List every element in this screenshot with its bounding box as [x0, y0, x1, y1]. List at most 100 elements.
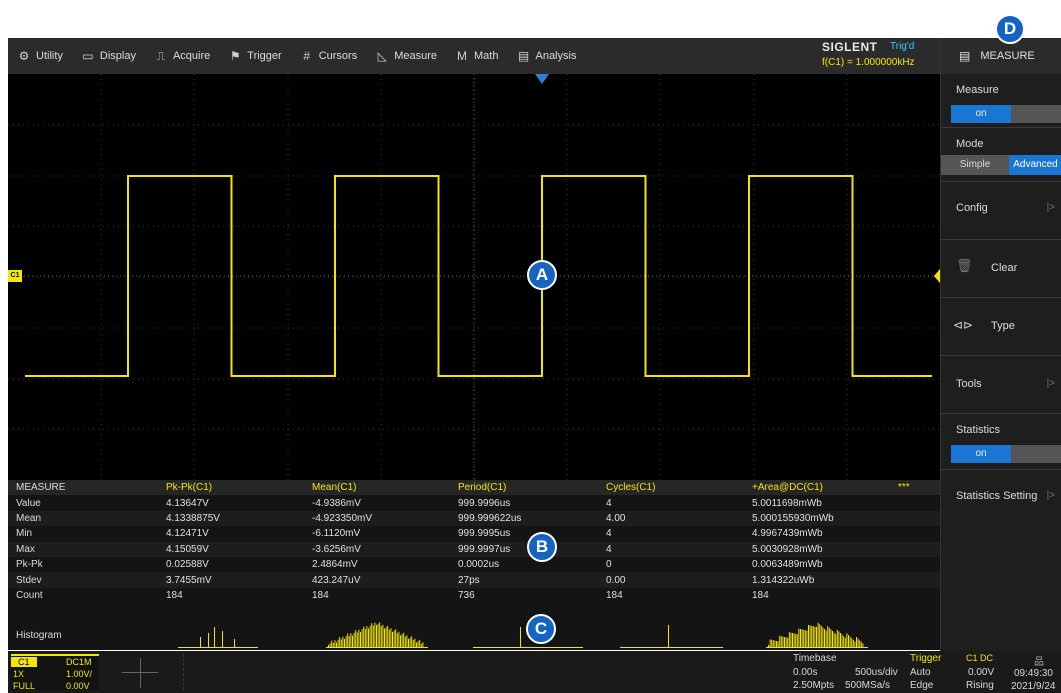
- trigger-position-marker[interactable]: [535, 74, 549, 84]
- table-row: Max 4.15059V -3.6256mV 999.9997us 4 5.0030928…: [8, 541, 940, 557]
- histogram-bar: [779, 635, 781, 647]
- clear-button[interactable]: 🗑 Clear: [941, 240, 1061, 298]
- type-button[interactable]: ⊲⊳ Type: [941, 298, 1061, 356]
- histogram-bar: [804, 630, 806, 647]
- histogram-bar: [388, 629, 390, 647]
- histogram-bar: [800, 629, 801, 647]
- histogram-bar: [793, 633, 795, 647]
- table-cell: 3.7455mV: [158, 572, 304, 588]
- analysis-icon: ▤: [517, 49, 530, 63]
- more-columns[interactable]: ***: [890, 480, 940, 496]
- row-label: Stdev: [8, 572, 158, 588]
- table-row: Min 4.12471V -6.1120mV 999.9995us 4 4.9967439…: [8, 526, 940, 541]
- table-cell: 4.13647V: [166, 497, 209, 509]
- column-header[interactable]: Mean(C1): [304, 480, 450, 496]
- mode-simple[interactable]: Simple: [941, 155, 1009, 175]
- channel-1-trace: [25, 175, 932, 377]
- histogram-bar: [862, 643, 864, 647]
- histogram-bar: [409, 637, 411, 647]
- histogram-bar: [824, 629, 825, 647]
- column-header[interactable]: Period(C1): [450, 480, 598, 496]
- measure-toggle[interactable]: on: [951, 105, 1061, 123]
- column-header[interactable]: Pk-Pk(C1): [158, 480, 304, 496]
- table-cell: -6.1120mV: [312, 528, 361, 540]
- plus-icon-vertical: [140, 658, 141, 688]
- channel-1-info[interactable]: C1 DC1M 1X 1.00V/ FULL 0.00V: [11, 654, 99, 691]
- add-channel-button[interactable]: [104, 654, 184, 690]
- histogram-bar: [419, 639, 421, 647]
- column-header[interactable]: Cycles(C1): [598, 480, 744, 496]
- histogram-bar: [814, 626, 816, 647]
- flag-icon: ⚑: [229, 49, 241, 63]
- histogram-bar: [841, 634, 843, 647]
- mode-advanced[interactable]: Advanced: [1009, 155, 1061, 175]
- statistics-toggle[interactable]: on: [951, 445, 1061, 463]
- measurement-table[interactable]: MEASURE Pk-Pk(C1) Mean(C1) Period(C1) Cy…: [8, 480, 940, 623]
- histogram-bar: [846, 633, 848, 647]
- timebase-info[interactable]: Timebase 0.00s 500us/div 2.50Mpts 500MSa…: [791, 651, 911, 693]
- histogram-bar: [406, 635, 408, 647]
- menu-label: Display: [99, 50, 136, 62]
- statistics-setting-button[interactable]: Statistics Setting |>: [941, 470, 1061, 526]
- row-label: Pk-Pk: [16, 559, 43, 571]
- menu-analysis[interactable]: ▤ Analysis: [507, 38, 585, 74]
- histogram-row: Histogram: [8, 620, 940, 650]
- cursors-icon: #: [303, 49, 311, 63]
- menu-math[interactable]: M Math: [446, 38, 507, 74]
- histogram-bar: [398, 631, 400, 647]
- menu-trigger[interactable]: ⚑ Trigger: [219, 38, 290, 74]
- table-cell: 0.00: [598, 572, 744, 588]
- histogram-bar: [366, 626, 368, 647]
- timebase-title: Timebase: [793, 653, 837, 664]
- trigger-type: Edge: [910, 680, 934, 691]
- trigger-status: Trig'd: [890, 41, 915, 52]
- menu-label: Trigger: [247, 50, 282, 62]
- table-cell: 4: [606, 497, 612, 509]
- histogram-bar: [828, 627, 830, 647]
- menu-display[interactable]: ▭ Display: [72, 38, 145, 74]
- measure-toggle-section[interactable]: Measure on: [941, 74, 1061, 128]
- config-button[interactable]: Config |>: [941, 182, 1061, 240]
- menu-cursors[interactable]: # Cursors: [291, 38, 367, 74]
- histogram-bar: [334, 640, 336, 647]
- toggle-on: on: [951, 445, 1011, 463]
- trigger-title: Trigger: [910, 653, 942, 664]
- menu-acquire[interactable]: ⎍ Acquire: [145, 38, 219, 74]
- channel-offset: 0.00V: [66, 681, 90, 691]
- histogram-bar: [776, 641, 777, 647]
- histogram-bar: [852, 639, 854, 647]
- table-cell: 4.9967439mWb: [752, 528, 823, 540]
- callout-d: D: [995, 14, 1025, 44]
- histogram-bar: [812, 626, 814, 647]
- menu-measure[interactable]: ◺ Measure: [366, 38, 446, 74]
- mode-selector[interactable]: Simple Advanced: [941, 155, 1061, 175]
- histogram-bar: [809, 625, 811, 647]
- statistics-section[interactable]: Statistics on: [941, 414, 1061, 470]
- channel-marker[interactable]: C1: [8, 270, 22, 282]
- tools-button[interactable]: Tools |>: [941, 356, 1061, 414]
- trigger-info[interactable]: Trigger C1 DC Auto 0.00V Edge Rising: [908, 651, 1008, 693]
- submenu-arrow-icon: |>: [1046, 490, 1055, 501]
- histogram-bar: [395, 629, 397, 647]
- mode-section: Mode Simple Advanced: [941, 128, 1061, 182]
- column-header[interactable]: +Area@DC(C1): [744, 480, 890, 496]
- table-cell-empty: [890, 541, 940, 557]
- clock: 品 09:49:30 2021/9/24: [1008, 651, 1061, 693]
- histogram-bar: [411, 636, 413, 647]
- table-cell: 0.0002us: [458, 559, 500, 571]
- histogram-bar: [844, 637, 846, 647]
- waveform-area[interactable]: C1: [8, 74, 940, 480]
- histogram-bar: [801, 629, 803, 647]
- histogram-bar: [401, 634, 403, 647]
- table-cell: 4.12471V: [166, 528, 209, 540]
- histogram-bar: [377, 623, 379, 647]
- menu-label: Analysis: [535, 50, 577, 62]
- table-row: Stdev 3.7455mV 423.247uV 27ps 0.00 1.314322uW…: [8, 572, 940, 588]
- table-cell: 184: [752, 589, 769, 601]
- menu-utility[interactable]: ⚙ Utility: [8, 38, 72, 74]
- table-cell: 5.000155930mWb: [744, 510, 890, 527]
- histogram-bar: [788, 632, 790, 647]
- brand-logo: SIGLENT: [822, 40, 878, 54]
- histogram-bar: [833, 632, 835, 647]
- mode-label: Mode: [956, 138, 984, 150]
